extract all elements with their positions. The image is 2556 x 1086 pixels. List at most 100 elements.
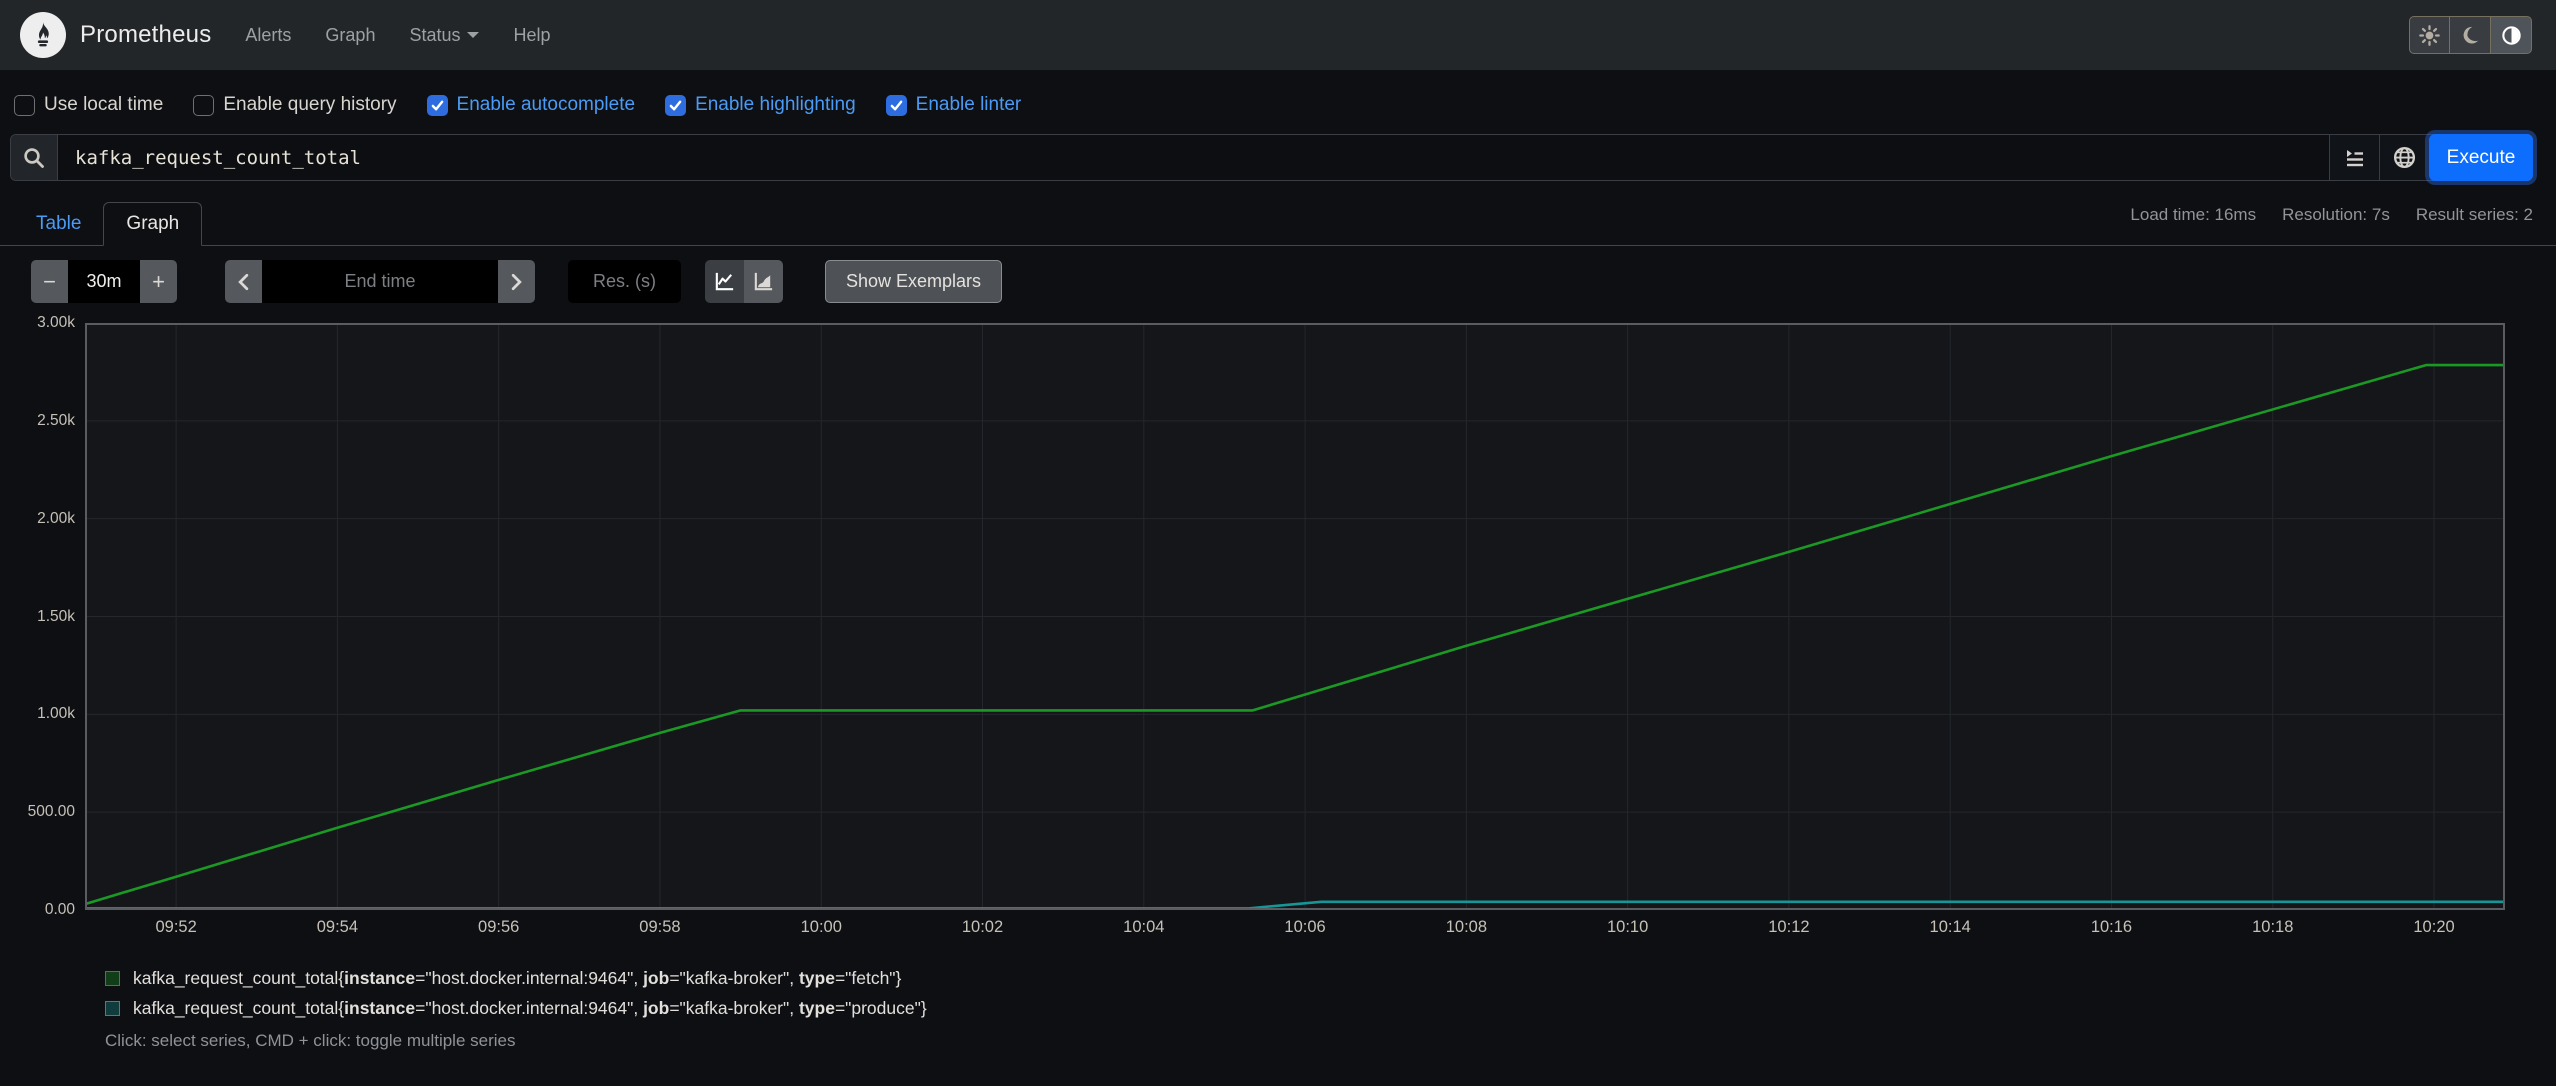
nav-item-alerts[interactable]: Alerts <box>245 25 291 46</box>
checkbox-label: Enable highlighting <box>695 94 856 115</box>
legend-label: kafka_request_count_total{instance="host… <box>133 998 927 1018</box>
range-input[interactable] <box>68 260 140 303</box>
y-axis-labels: 0.00 500.00 1.00k 1.50k 2.00k 2.50k 3.00k <box>0 314 75 918</box>
torch-icon <box>37 22 49 47</box>
legend: kafka_request_count_total{instance="host… <box>105 968 2556 1019</box>
y-axis-label: 3.00k <box>37 314 75 331</box>
navbar: Prometheus Alerts Graph Status Help <box>0 0 2556 70</box>
sun-icon <box>2419 24 2440 46</box>
query-row: Execute <box>0 132 2556 181</box>
x-axis-label: 10:06 <box>1284 918 1326 936</box>
line-chart-icon <box>715 272 734 291</box>
x-axis-label: 10:18 <box>2252 918 2294 936</box>
legend-label: kafka_request_count_total{instance="host… <box>133 968 902 988</box>
tab-table[interactable]: Table <box>14 203 103 245</box>
decrease-range-button[interactable]: − <box>31 260 68 303</box>
options-row: Use local time Enable query history Enable… <box>0 70 2556 132</box>
x-axis-label: 09:54 <box>316 918 359 936</box>
x-axis-label: 09:58 <box>639 918 681 936</box>
chevron-right-icon <box>511 273 522 290</box>
checkbox-enable-autocomplete[interactable]: Enable autocomplete <box>426 94 636 116</box>
end-time-group <box>225 260 535 303</box>
y-axis-label: 0.00 <box>44 901 75 918</box>
end-time-input[interactable] <box>262 260 498 303</box>
x-axis-label: 10:10 <box>1606 918 1649 936</box>
graph-controls: − + Show Exempla <box>0 260 2556 303</box>
checkbox-use-local-time[interactable]: Use local time <box>14 94 163 116</box>
stacked-chart-toggle[interactable] <box>744 260 783 303</box>
y-axis-label: 500.00 <box>27 803 75 821</box>
checkbox-icon <box>14 94 35 116</box>
tabs-row: Table Graph Load time: 16ms Resolution: … <box>0 197 2556 246</box>
execute-button[interactable]: Execute <box>2429 134 2533 181</box>
checkbox-label: Enable linter <box>915 94 1022 115</box>
interaction-hint: Click: select series, CMD + click: toggl… <box>105 1031 516 1050</box>
chart[interactable]: 0.00 500.00 1.00k 1.50k 2.00k 2.50k 3.00k 09:5… <box>0 310 2556 942</box>
contrast-icon <box>2501 25 2521 45</box>
y-axis-label: 1.00k <box>37 705 75 723</box>
increase-range-button[interactable]: + <box>140 260 177 303</box>
nav-links: Alerts Graph Status Help <box>245 25 550 46</box>
checkbox-label: Enable query history <box>223 94 397 115</box>
x-axis-label: 10:14 <box>1929 918 1971 936</box>
globe-icon <box>2393 146 2416 169</box>
checkbox-enable-highlighting[interactable]: Enable highlighting <box>665 94 856 116</box>
query-stats: Load time: 16ms Resolution: 7s Result se… <box>2130 205 2533 225</box>
tab-graph[interactable]: Graph <box>103 202 203 246</box>
legend-swatch <box>105 1001 120 1016</box>
brand-title: Prometheus <box>80 21 212 48</box>
query-input[interactable] <box>58 135 2329 180</box>
chart-type-toggle <box>705 260 783 303</box>
result-series: Result series: 2 <box>2415 205 2533 224</box>
metrics-explorer-button[interactable] <box>2379 135 2429 180</box>
auto-theme-button[interactable] <box>2491 16 2532 54</box>
load-time: Load time: 16ms <box>2130 205 2257 224</box>
chevron-left-icon <box>238 273 249 290</box>
end-time-back-button[interactable] <box>225 260 262 303</box>
checkbox-label: Enable autocomplete <box>456 94 636 115</box>
x-axis-label: 10:16 <box>2090 918 2133 936</box>
end-time-forward-button[interactable] <box>498 260 535 303</box>
y-axis-label: 2.00k <box>37 509 75 527</box>
nav-item-status[interactable]: Status <box>409 25 480 46</box>
moon-icon <box>2463 26 2479 44</box>
checkbox-enable-linter[interactable]: Enable linter <box>885 94 1022 116</box>
x-axis-label: 10:12 <box>1768 918 1810 936</box>
y-axis-label: 1.50k <box>37 607 75 625</box>
x-axis-label: 10:02 <box>961 918 1004 936</box>
range-group: − + <box>31 260 177 303</box>
legend-swatch <box>105 971 120 986</box>
resolution-input[interactable] <box>568 260 681 303</box>
plot-area[interactable] <box>84 322 2505 915</box>
legend-item[interactable]: kafka_request_count_total{instance="host… <box>105 968 2556 989</box>
checkbox-icon <box>885 94 907 116</box>
prometheus-logo <box>20 12 66 58</box>
legend-item[interactable]: kafka_request_count_total{instance="host… <box>105 998 2556 1019</box>
dark-theme-button[interactable] <box>2450 16 2491 54</box>
resolution: Resolution: 7s <box>2282 205 2390 224</box>
show-exemplars-button[interactable]: Show Exemplars <box>825 260 1003 303</box>
x-axis-label: 09:56 <box>478 918 520 936</box>
nav-item-graph[interactable]: Graph <box>325 25 375 46</box>
checkbox-enable-query-history[interactable]: Enable query history <box>193 94 397 116</box>
search-icon <box>24 147 44 168</box>
checkbox-icon <box>426 94 448 116</box>
checkbox-icon <box>193 94 215 116</box>
checkbox-label: Use local time <box>44 94 164 115</box>
theme-toggle-group <box>2409 16 2532 54</box>
x-axis-label: 10:20 <box>2413 918 2455 936</box>
nav-item-help[interactable]: Help <box>513 25 550 46</box>
query-input-group: Execute <box>10 134 2533 181</box>
x-axis-label: 10:08 <box>1445 918 1488 936</box>
caret-down-icon <box>467 32 480 38</box>
stacked-chart-icon <box>754 272 773 291</box>
light-theme-button[interactable] <box>2409 16 2450 54</box>
x-axis-label: 10:00 <box>800 918 842 936</box>
x-axis-labels: 09:52 09:54 09:56 09:58 10:00 10:02 10:04 10:06… <box>85 918 2505 942</box>
search-box <box>11 135 58 180</box>
x-axis-label: 09:52 <box>155 918 197 936</box>
format-query-button[interactable] <box>2329 135 2379 180</box>
x-axis-label: 10:04 <box>1123 918 1165 936</box>
y-axis-label: 2.50k <box>37 411 75 429</box>
line-chart-toggle[interactable] <box>705 260 744 303</box>
